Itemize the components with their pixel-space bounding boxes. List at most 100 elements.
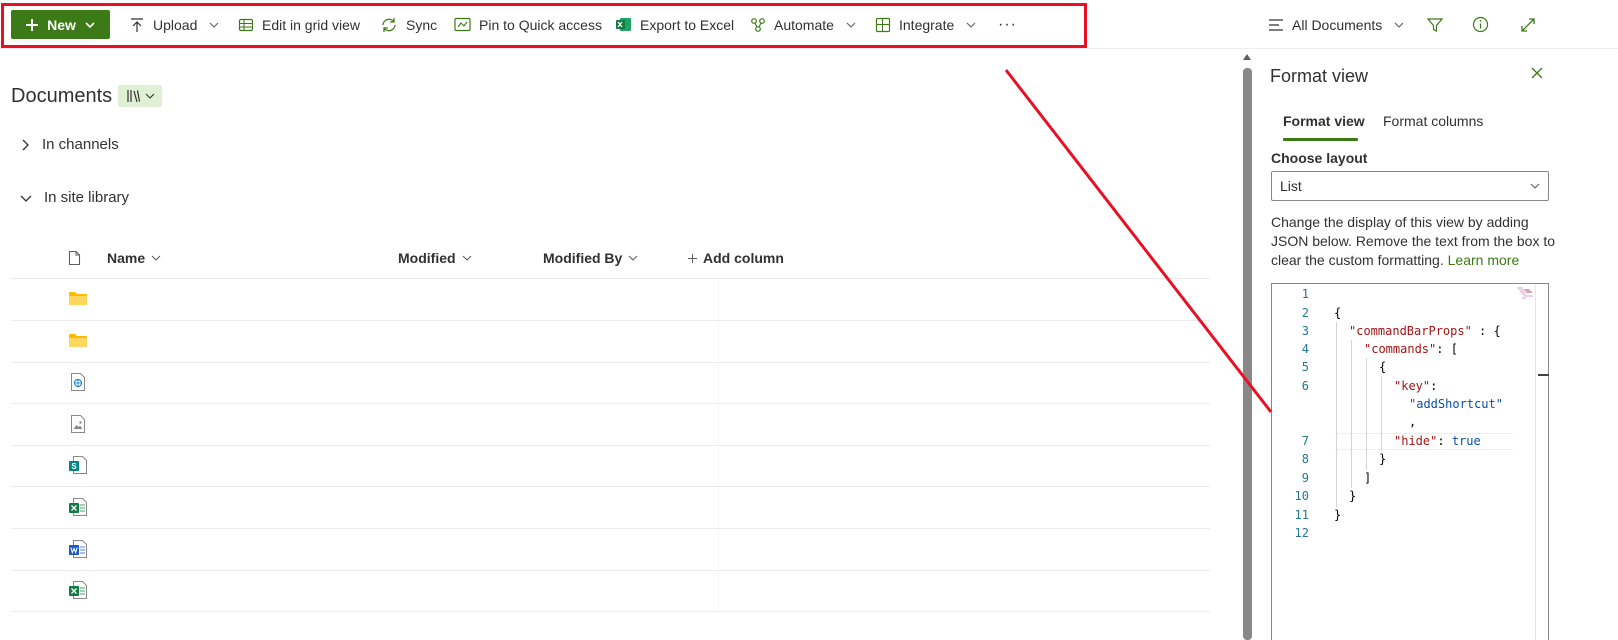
chevron-down-icon (1394, 20, 1404, 30)
integrate-icon (875, 17, 891, 33)
choose-layout-label: Choose layout (1271, 150, 1368, 166)
folder-icon (69, 291, 87, 305)
code-line: "key": (1394, 379, 1438, 393)
code-line: { (1379, 360, 1387, 374)
library-switcher-button[interactable] (118, 85, 162, 107)
integrate-button[interactable]: Integrate (875, 10, 976, 39)
learn-more-link[interactable]: Learn more (1448, 252, 1520, 268)
group-header-in-channels[interactable]: In channels (20, 136, 119, 153)
line-number: 9 (1301, 471, 1309, 485)
code-line: } (1379, 452, 1387, 466)
expand-button[interactable] (1520, 10, 1536, 39)
file-type-icon (68, 250, 81, 266)
active-tab-indicator (1283, 138, 1358, 141)
code-line: } (1334, 508, 1342, 522)
expand-icon (1520, 17, 1536, 33)
add-column-label: Add column (703, 250, 784, 266)
chevron-down-icon (462, 253, 472, 263)
table-row[interactable] (11, 404, 1210, 446)
line-number: 6 (1301, 379, 1309, 393)
export-excel-button[interactable]: Export to Excel (615, 10, 734, 39)
scroll-up-arrow[interactable] (1243, 54, 1251, 60)
panel-description: Change the display of this view by addin… (1271, 213, 1556, 270)
code-line: } (1349, 489, 1357, 503)
column-label: Name (107, 250, 146, 266)
filter-button[interactable] (1427, 10, 1443, 39)
code-line: "hide": true (1394, 434, 1481, 448)
integrate-label: Integrate (899, 16, 955, 33)
pin-quick-access-button[interactable]: Pin to Quick access (454, 10, 602, 39)
code-line: "commandBarProps" : { (1349, 324, 1501, 338)
indent-guide (1336, 322, 1337, 507)
vertical-scrollbar[interactable] (1243, 68, 1252, 640)
name-column-header[interactable]: Name (107, 248, 161, 268)
chevron-down-icon (85, 20, 95, 30)
excel-icon (615, 16, 632, 33)
tab-format-view[interactable]: Format view (1283, 113, 1365, 129)
view-selector-label: All Documents (1292, 16, 1383, 33)
group-label: In site library (44, 189, 130, 206)
table-row[interactable] (11, 570, 1210, 612)
excel-file-icon (69, 581, 87, 599)
tab-format-columns[interactable]: Format columns (1383, 113, 1483, 129)
line-number: 12 (1294, 526, 1309, 540)
table-row[interactable] (11, 321, 1210, 363)
plus-icon (26, 18, 39, 31)
chevron-down-icon (846, 20, 856, 30)
editor-minimap (1516, 287, 1534, 301)
table-row[interactable]: S (11, 445, 1210, 487)
line-number: 3 (1301, 324, 1309, 338)
table-row[interactable] (11, 487, 1210, 529)
code-line: { (1334, 306, 1342, 320)
close-icon (1530, 66, 1544, 80)
line-number: 8 (1301, 452, 1309, 466)
file-type-column-header[interactable] (68, 248, 81, 268)
automate-button[interactable]: Automate (750, 10, 856, 39)
edit-grid-view-button[interactable]: Edit in grid view (238, 10, 360, 39)
new-button[interactable]: New (11, 10, 110, 39)
modified-column-header[interactable]: Modified (398, 248, 472, 268)
column-label: Modified (398, 250, 456, 266)
indent-guide (1351, 340, 1352, 488)
table-row[interactable] (11, 529, 1210, 571)
modified-by-column-header[interactable]: Modified By (543, 248, 638, 268)
chevron-down-icon (209, 20, 219, 30)
chevron-down-icon (151, 253, 161, 263)
chevron-down-icon (966, 20, 976, 30)
layout-dropdown[interactable]: List (1271, 171, 1549, 201)
indent-guide (1381, 376, 1382, 451)
editor-scroll-thumb[interactable] (1538, 374, 1549, 376)
close-button[interactable] (1530, 66, 1544, 80)
automate-label: Automate (774, 16, 834, 33)
chevron-down-icon (20, 193, 32, 203)
edit-grid-view-label: Edit in grid view (262, 16, 361, 33)
editor-scrollbar[interactable] (1535, 285, 1536, 640)
sharepoint-file-icon: S (69, 456, 87, 474)
line-number: 1 (1301, 287, 1309, 301)
command-bar: New Upload Edit in grid view Sync Pin to… (0, 0, 1618, 49)
view-selector-button[interactable]: All Documents (1268, 10, 1404, 39)
more-options-button[interactable]: ··· (998, 10, 1017, 39)
add-column-button[interactable]: Add column (688, 248, 784, 268)
panel-title: Format view (1270, 66, 1369, 86)
word-file-icon (69, 540, 87, 558)
chevron-down-icon (1530, 181, 1540, 191)
line-number: 5 (1301, 360, 1309, 374)
pin-quick-access-label: Pin to Quick access (479, 16, 602, 33)
chevron-down-icon (145, 91, 155, 101)
line-number: 7 (1301, 434, 1309, 448)
info-icon (1472, 16, 1489, 33)
table-row[interactable] (11, 362, 1210, 404)
library-books-icon (126, 89, 142, 103)
group-header-in-site-library[interactable]: In site library (20, 189, 129, 206)
sync-button[interactable]: Sync (380, 10, 437, 39)
sync-icon (380, 17, 398, 33)
upload-button[interactable]: Upload (129, 10, 219, 39)
line-number: 2 (1301, 306, 1309, 320)
code-line: ] (1364, 471, 1372, 485)
info-button[interactable] (1472, 10, 1489, 39)
chevron-right-icon (20, 139, 30, 151)
line-number: 4 (1301, 342, 1309, 356)
table-row[interactable] (11, 279, 1210, 321)
chevron-down-icon (628, 253, 638, 263)
